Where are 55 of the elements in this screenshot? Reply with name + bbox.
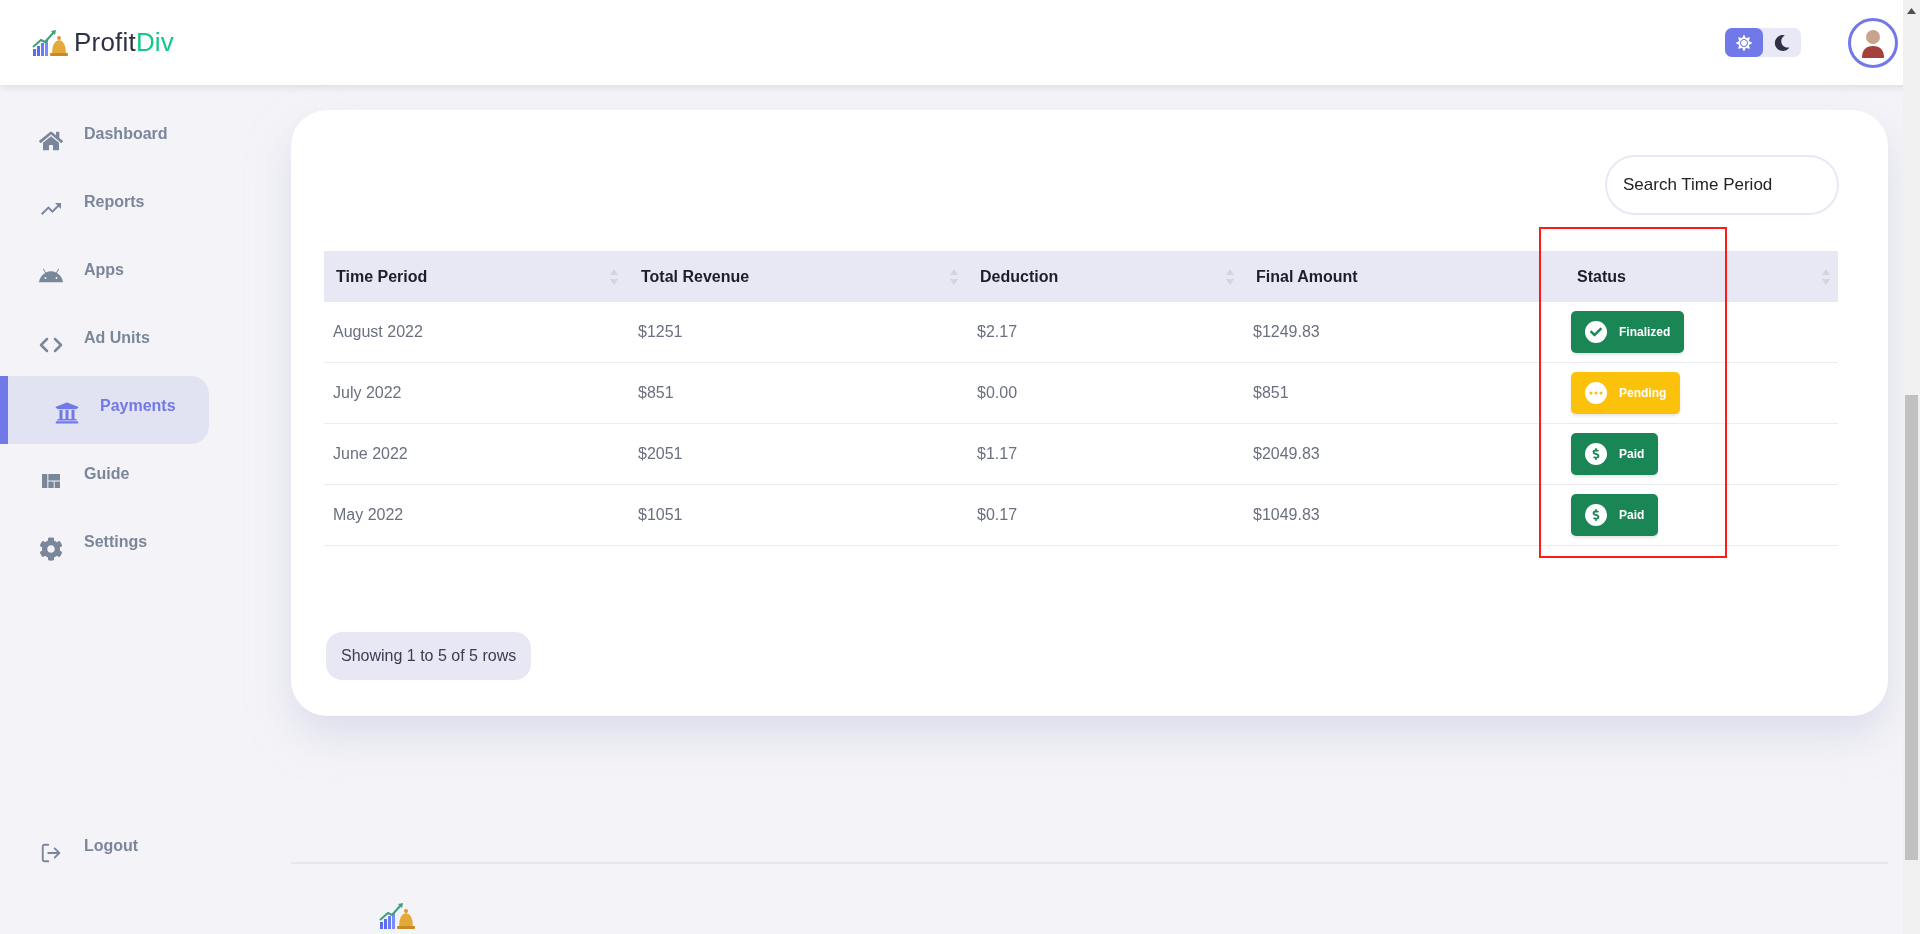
table-cell: $851 (626, 363, 966, 424)
status-badge: Pending (1571, 372, 1681, 414)
table-cell: $0.17 (966, 485, 1242, 546)
table-cell: $2049.83 (1242, 424, 1560, 485)
settings-icon (38, 536, 64, 562)
scroll-up-icon[interactable] (1907, 8, 1916, 14)
table-cell: $2.17 (966, 302, 1242, 363)
sort-icon[interactable] (1226, 268, 1234, 285)
person-silhouette-icon (1862, 27, 1884, 58)
logo-icon (32, 28, 68, 57)
table-cell: $851 (1242, 363, 1560, 424)
logout-link[interactable]: Logout (0, 816, 209, 884)
brand-name: ProfitDiv (74, 27, 175, 58)
check-icon (1585, 321, 1607, 343)
column-header[interactable]: Total Revenue (626, 251, 966, 302)
dots-icon (1585, 382, 1607, 404)
sidebar-item[interactable]: Ad Units (0, 308, 209, 376)
sidebar-item[interactable]: Dashboard (0, 104, 209, 172)
table-cell: $1.17 (966, 424, 1242, 485)
sidebar-item[interactable]: Guide (0, 444, 209, 512)
scrollbar[interactable] (1903, 0, 1920, 934)
column-header[interactable]: Time Period (324, 251, 626, 302)
status-badge: Paid (1571, 494, 1659, 536)
dollar-icon (1585, 443, 1607, 465)
table-cell: August 2022 (324, 302, 626, 363)
table-cell: $1051 (626, 485, 966, 546)
sort-icon[interactable] (610, 268, 618, 285)
table-cell: June 2022 (324, 424, 626, 485)
avatar[interactable] (1848, 17, 1898, 68)
moon-icon (1774, 34, 1790, 51)
dollar-icon (1585, 504, 1607, 526)
column-header[interactable]: Status (1560, 251, 1838, 302)
table-cell: $1249.83 (1242, 302, 1560, 363)
sidebar-item[interactable]: Apps (0, 240, 209, 308)
table-cell: $2051 (626, 424, 966, 485)
sort-icon[interactable] (1822, 268, 1830, 285)
table-cell: July 2022 (324, 363, 626, 424)
bank-icon (54, 400, 80, 426)
column-header[interactable]: Deduction (966, 251, 1242, 302)
logo-icon (379, 902, 415, 930)
table-cell: May 2022 (324, 485, 626, 546)
sidebar-item[interactable]: Payments (0, 376, 209, 444)
sidebar-item[interactable]: Settings (0, 512, 209, 580)
search-field[interactable]: Search Time Period (1605, 155, 1839, 215)
status-badge: Finalized (1571, 311, 1685, 353)
sidebar-item[interactable]: Reports (0, 172, 209, 240)
row-count-label: Showing 1 to 5 of 5 rows (326, 632, 532, 680)
column-header[interactable]: Final Amount (1242, 251, 1560, 302)
sun-icon (1736, 34, 1752, 51)
table-cell: $1251 (626, 302, 966, 363)
light-mode-button[interactable] (1725, 28, 1763, 57)
status-badge: Paid (1571, 433, 1659, 475)
table-cell: $0.00 (966, 363, 1242, 424)
table-cell: $1049.83 (1242, 485, 1560, 546)
sort-icon[interactable] (950, 268, 958, 285)
